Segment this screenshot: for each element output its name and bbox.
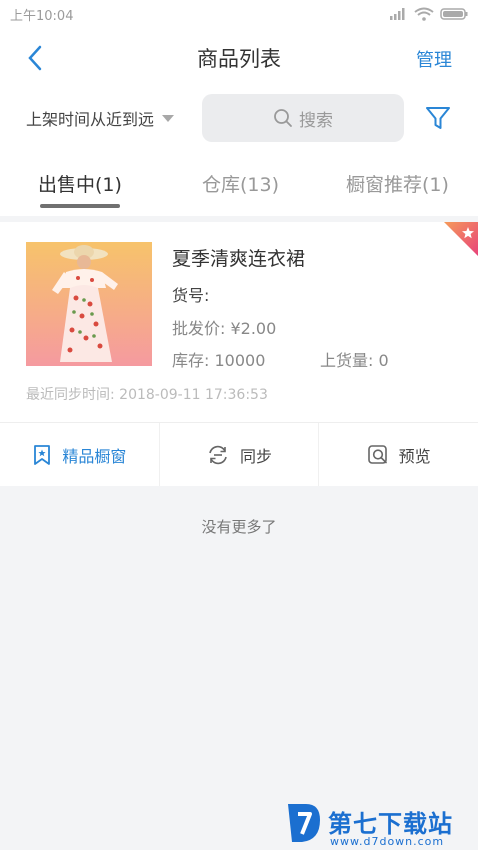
sync-button[interactable]: 同步 xyxy=(160,423,320,486)
status-bar: 上午10:04 xyxy=(0,0,478,28)
search-placeholder: 搜索 xyxy=(299,110,333,131)
tab-active-indicator xyxy=(40,204,120,208)
tab-showcase[interactable]: 橱窗推荐(1) xyxy=(346,170,449,197)
status-time: 上午10:04 xyxy=(10,8,74,24)
funnel-icon xyxy=(426,107,450,129)
showcase-label: 精品橱窗 xyxy=(62,446,127,466)
filter-bar: 上架时间从近到远 搜索 xyxy=(0,88,478,150)
tab-bar: 出售中(1) 仓库(13) 橱窗推荐(1) xyxy=(0,150,478,216)
back-button[interactable] xyxy=(22,44,48,72)
filter-button[interactable] xyxy=(422,102,454,134)
watermark-url: www.d7down.com xyxy=(330,835,445,848)
d7-logo-icon xyxy=(288,804,320,842)
search-input[interactable]: 搜索 xyxy=(202,94,404,142)
caret-down-icon xyxy=(162,114,175,122)
search-icon xyxy=(274,109,292,127)
sync-icon xyxy=(209,445,227,464)
sync-time: 最近同步时间: 2018-09-11 17:36:53 xyxy=(26,387,268,403)
product-listed-count: 上货量: 0 xyxy=(320,351,389,370)
product-actions: 精品橱窗 同步 预览 xyxy=(0,422,478,486)
product-stock: 库存: 10000 xyxy=(172,351,266,370)
showcase-button[interactable]: 精品橱窗 xyxy=(0,423,160,486)
sync-label: 同步 xyxy=(240,446,273,466)
dress-model-illustration xyxy=(52,245,118,362)
header: 商品列表 管理 xyxy=(0,28,478,88)
star-badge-icon xyxy=(444,222,478,256)
preview-button[interactable]: 预览 xyxy=(319,423,478,486)
watermark-brand: 第七下载站 xyxy=(328,810,453,838)
chevron-left-icon xyxy=(28,45,42,71)
preview-label: 预览 xyxy=(398,446,431,466)
product-card[interactable]: 夏季清爽连衣裙 货号: 批发价: ¥2.00 库存: 10000 上货量: 0 … xyxy=(0,222,478,422)
status-icons xyxy=(388,7,468,21)
signal-icon xyxy=(390,8,405,20)
sort-label: 上架时间从近到远 xyxy=(26,110,155,129)
bookmark-star-icon xyxy=(34,444,51,465)
sort-dropdown[interactable]: 上架时间从近到远 xyxy=(26,106,175,130)
manage-button[interactable]: 管理 xyxy=(416,46,452,72)
no-more-text: 没有更多了 xyxy=(201,518,277,536)
product-image[interactable] xyxy=(26,242,152,366)
product-name: 夏季清爽连衣裙 xyxy=(172,248,306,270)
page-title: 商品列表 xyxy=(197,47,281,71)
wifi-icon xyxy=(414,7,434,21)
product-sku: 货号: xyxy=(172,286,210,305)
battery-icon xyxy=(440,8,468,20)
tab-on-sale[interactable]: 出售中(1) xyxy=(38,170,122,197)
site-watermark: 第七下载站 www.d7down.com xyxy=(284,800,474,850)
preview-icon xyxy=(367,444,387,464)
tab-warehouse[interactable]: 仓库(13) xyxy=(202,170,279,197)
product-price: 批发价: ¥2.00 xyxy=(172,319,277,338)
